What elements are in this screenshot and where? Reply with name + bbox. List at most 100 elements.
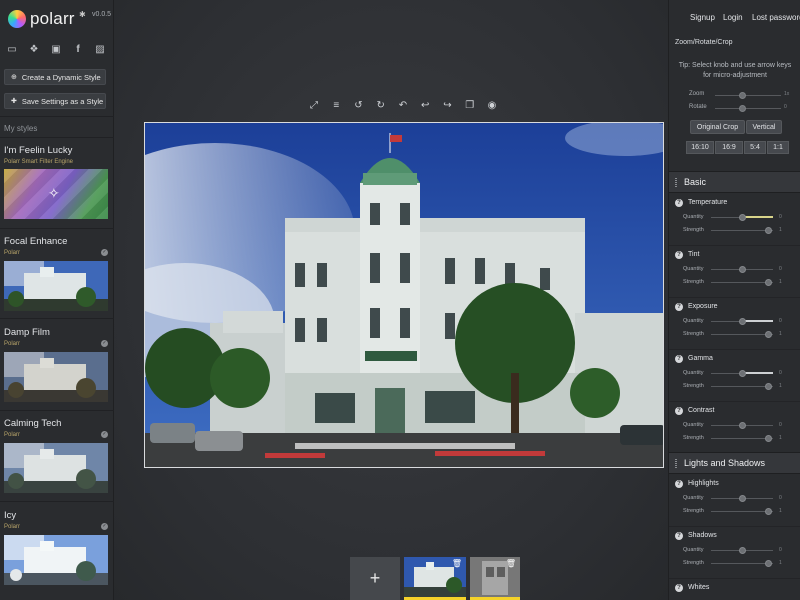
slider-knob[interactable] [765,508,772,515]
facebook-icon[interactable]: f [72,44,84,55]
style-thumbnail[interactable] [4,443,108,493]
rotate-left-icon[interactable]: ↺ [353,100,365,112]
compare-icon[interactable]: ❐ [464,100,476,112]
help-icon[interactable]: ? [675,532,683,540]
vertical-button[interactable]: Vertical [746,120,782,134]
add-photo-button[interactable]: + [350,557,400,600]
ratio-5-4-button[interactable]: 5:4 [744,141,766,154]
divider [0,137,114,138]
polarr-logo[interactable]: polarr [8,9,75,29]
rotate-right-icon[interactable]: ↻ [375,100,387,112]
slider-knob[interactable] [739,214,746,221]
strength-label: Strength [683,279,704,285]
strength-slider[interactable]: Strength 1 [669,382,800,391]
rotate-slider[interactable]: Rotate 0 [675,103,795,113]
style-thumbnail[interactable] [4,352,108,402]
style-subtitle: Polarr [4,524,21,530]
slider-knob[interactable] [765,383,772,390]
preview-eye-icon[interactable]: ◉ [486,100,498,112]
zoom-track [715,95,781,96]
slider-knob[interactable] [739,495,746,502]
version-label: v0.0.5 [92,11,112,18]
section-lights-shadows-header[interactable]: Lights and Shadows [669,452,800,474]
help-icon[interactable]: ? [675,199,683,207]
fit-screen-icon[interactable]: ⤢ [308,100,320,112]
polarr-logo-mark-icon [8,10,26,28]
strength-slider[interactable]: Strength 1 [669,434,800,443]
style-item-feelin-lucky[interactable]: I'm Feelin Lucky Polarr Smart Filter Eng… [0,145,114,223]
quantity-slider[interactable]: Quantity 0 [669,265,800,274]
help-icon[interactable]: ? [675,584,683,592]
quantity-slider[interactable]: Quantity 0 [669,317,800,326]
original-crop-button[interactable]: Original Crop [690,120,745,134]
style-item-calming-tech[interactable]: Calming Tech Polarr ✓ [0,418,114,494]
filmstrip: + 🗑 🗑 [350,557,520,600]
quantity-slider[interactable]: Quantity 0 [669,213,800,222]
undo-all-icon[interactable]: ↶ [397,100,409,112]
strength-label: Strength [683,383,704,389]
building-thumbnail-image [4,352,108,402]
slider-track [711,334,773,335]
strength-slider[interactable]: Strength 1 [669,507,800,516]
style-item-damp-film[interactable]: Damp Film Polarr ✓ [0,327,114,403]
folder-open-icon[interactable]: ▭ [6,44,18,55]
ratio-1-1-button[interactable]: 1:1 [767,141,789,154]
section-basic-header[interactable]: Basic [669,171,800,193]
strength-slider[interactable]: Strength 1 [669,278,800,287]
help-icon[interactable]: ? [675,407,683,415]
main-photo[interactable] [144,122,664,468]
style-thumbnail[interactable]: ✧ [4,169,108,219]
divider [0,228,114,229]
zoom-knob[interactable] [739,92,746,99]
image-icon[interactable]: ▨ [94,44,106,55]
save-settings-style-button[interactable]: ✚ Save Settings as a Style [4,93,106,109]
zoom-slider[interactable]: Zoom 1x [675,90,795,100]
delete-photo-icon[interactable]: 🗑 [452,559,462,568]
redo-icon[interactable]: ↪ [442,100,454,112]
slider-knob[interactable] [765,435,772,442]
login-link[interactable]: Login [723,13,743,22]
style-subtitle: Polarr [4,341,21,347]
help-icon[interactable]: ? [675,480,683,488]
dropbox-icon[interactable]: ❖ [28,44,40,55]
help-icon[interactable]: ? [675,251,683,259]
undo-icon[interactable]: ↩ [419,100,431,112]
slider-knob[interactable] [739,318,746,325]
drag-grip-icon[interactable] [675,459,677,468]
strength-slider[interactable]: Strength 1 [669,226,800,235]
create-dynamic-style-button[interactable]: ⊕ Create a Dynamic Style [4,69,106,85]
slider-knob[interactable] [739,547,746,554]
help-icon[interactable]: ? [675,355,683,363]
filmstrip-photo[interactable]: 🗑 [470,557,520,600]
signup-link[interactable]: Signup [690,13,715,22]
slider-knob[interactable] [739,422,746,429]
save-icon[interactable]: ▣ [50,44,62,55]
filmstrip-photo-active[interactable]: 🗑 [404,557,466,600]
style-item-icy[interactable]: Icy Polarr ✓ [0,510,114,588]
style-thumbnail[interactable] [4,261,108,311]
slider-track [711,230,773,231]
slider-knob[interactable] [765,560,772,567]
slider-knob[interactable] [739,370,746,377]
quantity-slider[interactable]: Quantity 0 [669,494,800,503]
align-icon[interactable]: ≡ [330,100,342,112]
quantity-slider[interactable]: Quantity 0 [669,546,800,555]
style-thumbnail[interactable] [4,535,108,585]
help-icon[interactable]: ? [675,303,683,311]
quantity-slider[interactable]: Quantity 0 [669,369,800,378]
drag-grip-icon[interactable] [675,178,677,187]
slider-knob[interactable] [739,266,746,273]
ratio-16-10-button[interactable]: 16:10 [686,141,714,154]
slider-knob[interactable] [765,279,772,286]
delete-photo-icon[interactable]: 🗑 [506,559,516,568]
slider-knob[interactable] [765,331,772,338]
rotate-knob[interactable] [739,105,746,112]
settings-gear-icon[interactable]: ✱ [79,10,86,19]
style-item-focal-enhance[interactable]: Focal Enhance Polarr ✓ [0,236,114,312]
quantity-slider[interactable]: Quantity 0 [669,421,800,430]
ratio-16-9-button[interactable]: 16:9 [715,141,743,154]
strength-slider[interactable]: Strength 1 [669,559,800,568]
slider-knob[interactable] [765,227,772,234]
strength-slider[interactable]: Strength 1 [669,330,800,339]
lost-password-link[interactable]: Lost password [752,13,800,22]
